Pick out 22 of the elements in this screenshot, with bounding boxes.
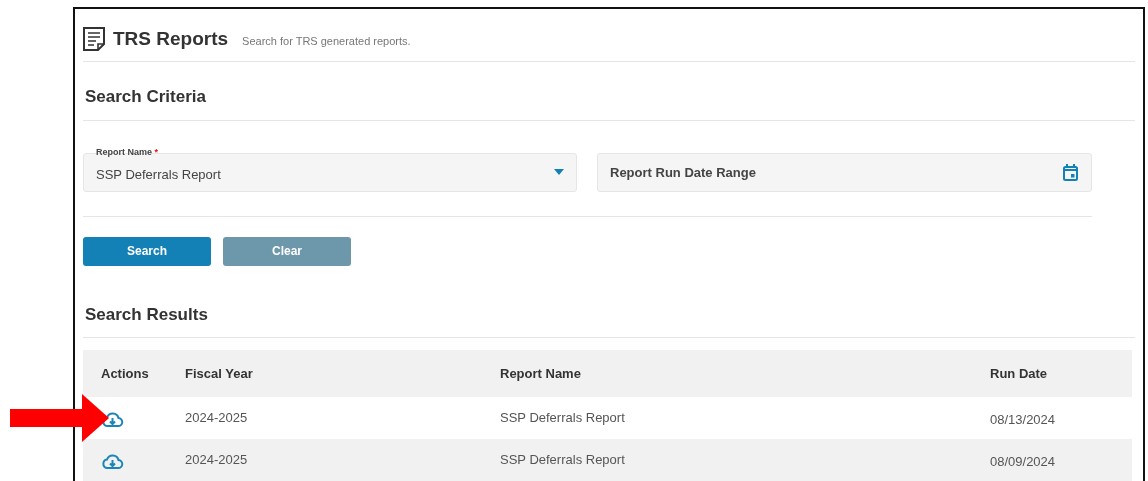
column-header: Report Name [500,365,581,381]
table-cell: SSP Deferrals Report [500,410,625,426]
download-icon[interactable] [101,451,125,470]
calendar-icon[interactable] [1063,163,1078,181]
clear-button[interactable]: Clear [223,236,351,266]
download-icon[interactable] [101,409,125,428]
page-subtitle: Search for TRS generated reports. [242,33,411,49]
table-cell: SSP Deferrals Report [500,452,625,468]
page-title: TRS Reports [113,26,229,51]
report-icon [83,27,105,51]
search-button[interactable]: Search [83,236,211,266]
date-range-field[interactable]: Report Run Date Range [597,152,1092,192]
table-cell: 08/09/2024 [990,454,1056,470]
table-cell: 2024-2025 [185,410,248,426]
column-header: Fiscal Year [185,365,253,381]
caret-icon [554,169,564,175]
column-header: Actions [101,365,149,381]
column-header: Run Date [990,365,1048,381]
section-heading: Search Criteria [83,62,1135,121]
section-heading: Search Results [83,279,1135,338]
table-cell: 2024-2025 [185,452,248,468]
table-cell: 08/13/2024 [990,412,1056,428]
